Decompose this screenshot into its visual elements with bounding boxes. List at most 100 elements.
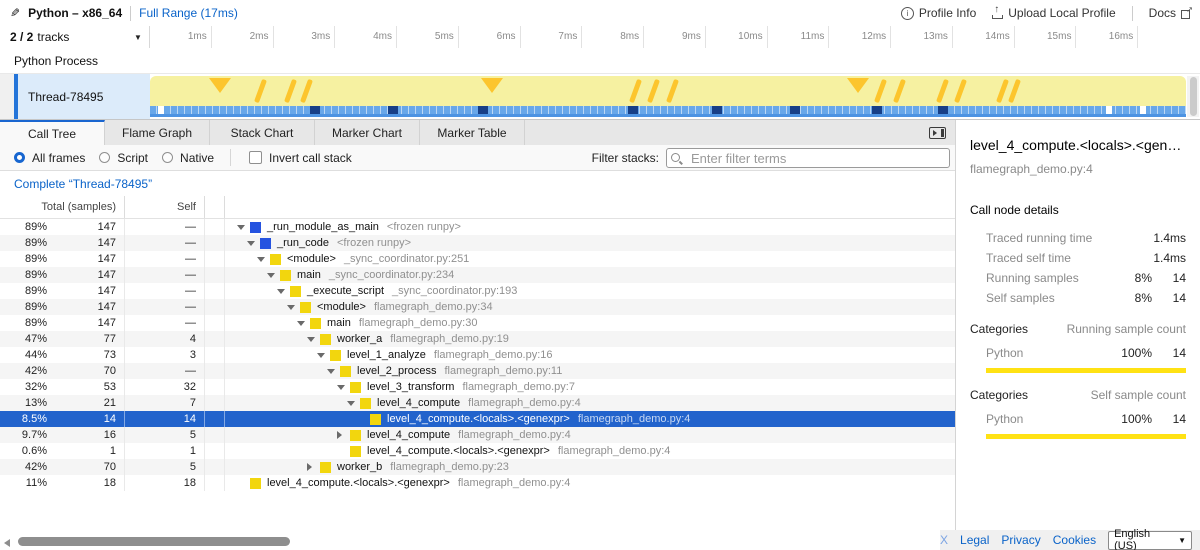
hscroll-left-arrow-icon[interactable] xyxy=(4,539,10,547)
row-icon-gap xyxy=(205,331,225,347)
radio-label-all-frames[interactable]: All frames xyxy=(32,151,85,165)
file-location: flamegraph_demo.py:16 xyxy=(434,347,553,363)
footer-link-cookies[interactable]: Cookies xyxy=(1053,533,1096,547)
tab-call-tree[interactable]: Call Tree xyxy=(0,120,105,145)
table-row[interactable]: 42%705worker_bflamegraph_demo.py:23 xyxy=(0,459,955,475)
collapse-icon[interactable] xyxy=(267,273,280,278)
invert-callstack-label[interactable]: Invert call stack xyxy=(269,151,352,165)
footer-close-link[interactable]: X xyxy=(940,533,948,547)
collapse-icon[interactable] xyxy=(337,385,350,390)
table-row[interactable]: 89%147—_run_module_as_main<frozen runpy> xyxy=(0,219,955,235)
collapse-icon[interactable] xyxy=(277,289,290,294)
file-location: _sync_coordinator.py:251 xyxy=(344,251,469,267)
track-activity-graph[interactable] xyxy=(150,76,1186,106)
row-self-samples: — xyxy=(125,267,205,283)
radio-native[interactable] xyxy=(162,152,173,163)
filter-stacks-input[interactable] xyxy=(666,148,950,168)
function-name: _run_module_as_main xyxy=(267,219,379,235)
track-scrollbar-thumb[interactable] xyxy=(1190,77,1197,116)
row-total-samples: 18 xyxy=(55,475,125,491)
function-name: <module> xyxy=(317,299,366,315)
category-count: 14 xyxy=(1152,412,1186,426)
tab-marker-table[interactable]: Marker Table xyxy=(420,120,525,145)
row-icon-gap xyxy=(205,299,225,315)
tracks-dropdown[interactable]: 2 / 2 tracks ▼ xyxy=(0,26,150,48)
table-row[interactable]: 8.5%1414level_4_compute.<locals>.<genexp… xyxy=(0,411,955,427)
upload-profile-button[interactable]: Upload Local Profile xyxy=(992,6,1115,20)
table-row[interactable]: 0.6%11level_4_compute.<locals>.<genexpr>… xyxy=(0,443,955,459)
invert-callstack-checkbox[interactable] xyxy=(249,151,262,164)
docs-link[interactable]: Docs xyxy=(1149,6,1192,20)
function-name: level_1_analyze xyxy=(347,347,426,363)
table-row[interactable]: 44%733level_1_analyzeflamegraph_demo.py:… xyxy=(0,347,955,363)
function-name: level_4_compute.<locals>.<genexpr> xyxy=(387,411,570,427)
table-row[interactable]: 11%1818level_4_compute.<locals>.<genexpr… xyxy=(0,475,955,491)
sample-gap xyxy=(158,106,164,114)
tab-flame-graph[interactable]: Flame Graph xyxy=(105,120,210,145)
column-self[interactable]: Self xyxy=(125,196,205,218)
footer-link-privacy[interactable]: Privacy xyxy=(1001,533,1040,547)
row-self-samples: 5 xyxy=(125,427,205,443)
table-row[interactable]: 13%217level_4_computeflamegraph_demo.py:… xyxy=(0,395,955,411)
profile-info-button[interactable]: Profile Info xyxy=(901,6,976,20)
collapse-icon[interactable] xyxy=(247,241,260,246)
sidebar-node-title: level_4_compute.<locals>.<genexpr> xyxy=(970,137,1186,153)
table-row[interactable]: 89%147—_execute_script_sync_coordinator.… xyxy=(0,283,955,299)
column-total-samples[interactable]: Total (samples) xyxy=(0,196,125,218)
row-total-percent: 0.6% xyxy=(0,443,55,459)
radio-all-frames[interactable] xyxy=(14,152,25,163)
tab-stack-chart[interactable]: Stack Chart xyxy=(210,120,315,145)
radio-label-script[interactable]: Script xyxy=(117,151,148,165)
breadcrumb-root-link[interactable]: Complete “Thread-78495” xyxy=(14,177,152,191)
search-icon xyxy=(671,153,680,162)
category-square-icon xyxy=(290,286,301,297)
table-row[interactable]: 89%147—main_sync_coordinator.py:234 xyxy=(0,267,955,283)
detail-percent: 8% xyxy=(1114,271,1152,285)
collapse-icon[interactable] xyxy=(327,369,340,374)
full-range-link[interactable]: Full Range (17ms) xyxy=(139,6,238,20)
collapse-icon[interactable] xyxy=(297,321,310,326)
header-divider xyxy=(130,6,131,21)
collapse-icon[interactable] xyxy=(347,401,360,406)
table-row[interactable]: 89%147—mainflamegraph_demo.py:30 xyxy=(0,315,955,331)
expand-icon[interactable] xyxy=(337,431,350,439)
sidebar-detail-row: Traced running time1.4ms xyxy=(970,229,1186,247)
track-sample-strip[interactable] xyxy=(150,106,1186,114)
collapse-icon[interactable] xyxy=(317,353,330,358)
row-total-samples: 147 xyxy=(55,267,125,283)
row-self-samples: 14 xyxy=(125,411,205,427)
hscroll-thumb[interactable] xyxy=(18,537,290,546)
header-divider-2 xyxy=(1132,6,1133,21)
collapse-icon[interactable] xyxy=(237,225,250,230)
category-square-icon xyxy=(300,302,311,313)
sample-gap xyxy=(1140,106,1146,114)
thread-track[interactable]: Thread-78495 xyxy=(0,74,1200,119)
category-name: Python xyxy=(986,346,1114,360)
table-row[interactable]: 9.7%165level_4_computeflamegraph_demo.py… xyxy=(0,427,955,443)
table-row[interactable]: 89%147—<module>_sync_coordinator.py:251 xyxy=(0,251,955,267)
calltree-rows: 89%147—_run_module_as_main<frozen runpy>… xyxy=(0,219,955,491)
sidebar-toggle-icon[interactable] xyxy=(929,127,946,139)
file-location: flamegraph_demo.py:4 xyxy=(558,443,671,459)
expand-icon[interactable] xyxy=(307,463,320,471)
table-row[interactable]: 42%70—level_2_processflamegraph_demo.py:… xyxy=(0,363,955,379)
edit-pencil-icon[interactable]: ✎ xyxy=(10,6,20,20)
collapse-icon[interactable] xyxy=(287,305,300,310)
row-total-percent: 8.5% xyxy=(0,411,55,427)
process-track-header[interactable]: Python Process xyxy=(0,48,1200,74)
chevron-down-icon: ▼ xyxy=(134,33,142,42)
tab-marker-chart[interactable]: Marker Chart xyxy=(315,120,420,145)
table-row[interactable]: 89%147—<module>flamegraph_demo.py:34 xyxy=(0,299,955,315)
row-total-percent: 11% xyxy=(0,475,55,491)
table-row[interactable]: 32%5332level_3_transformflamegraph_demo.… xyxy=(0,379,955,395)
collapse-icon[interactable] xyxy=(307,337,320,342)
collapse-icon[interactable] xyxy=(257,257,270,262)
footer-link-legal[interactable]: Legal xyxy=(960,533,989,547)
row-total-samples: 14 xyxy=(55,411,125,427)
table-row[interactable]: 47%774worker_aflamegraph_demo.py:19 xyxy=(0,331,955,347)
radio-label-native[interactable]: Native xyxy=(180,151,214,165)
radio-script[interactable] xyxy=(99,152,110,163)
table-row[interactable]: 89%147—_run_code<frozen runpy> xyxy=(0,235,955,251)
thread-track-label[interactable]: Thread-78495 xyxy=(18,74,150,119)
language-select[interactable]: English (US) ▼ xyxy=(1108,531,1192,550)
